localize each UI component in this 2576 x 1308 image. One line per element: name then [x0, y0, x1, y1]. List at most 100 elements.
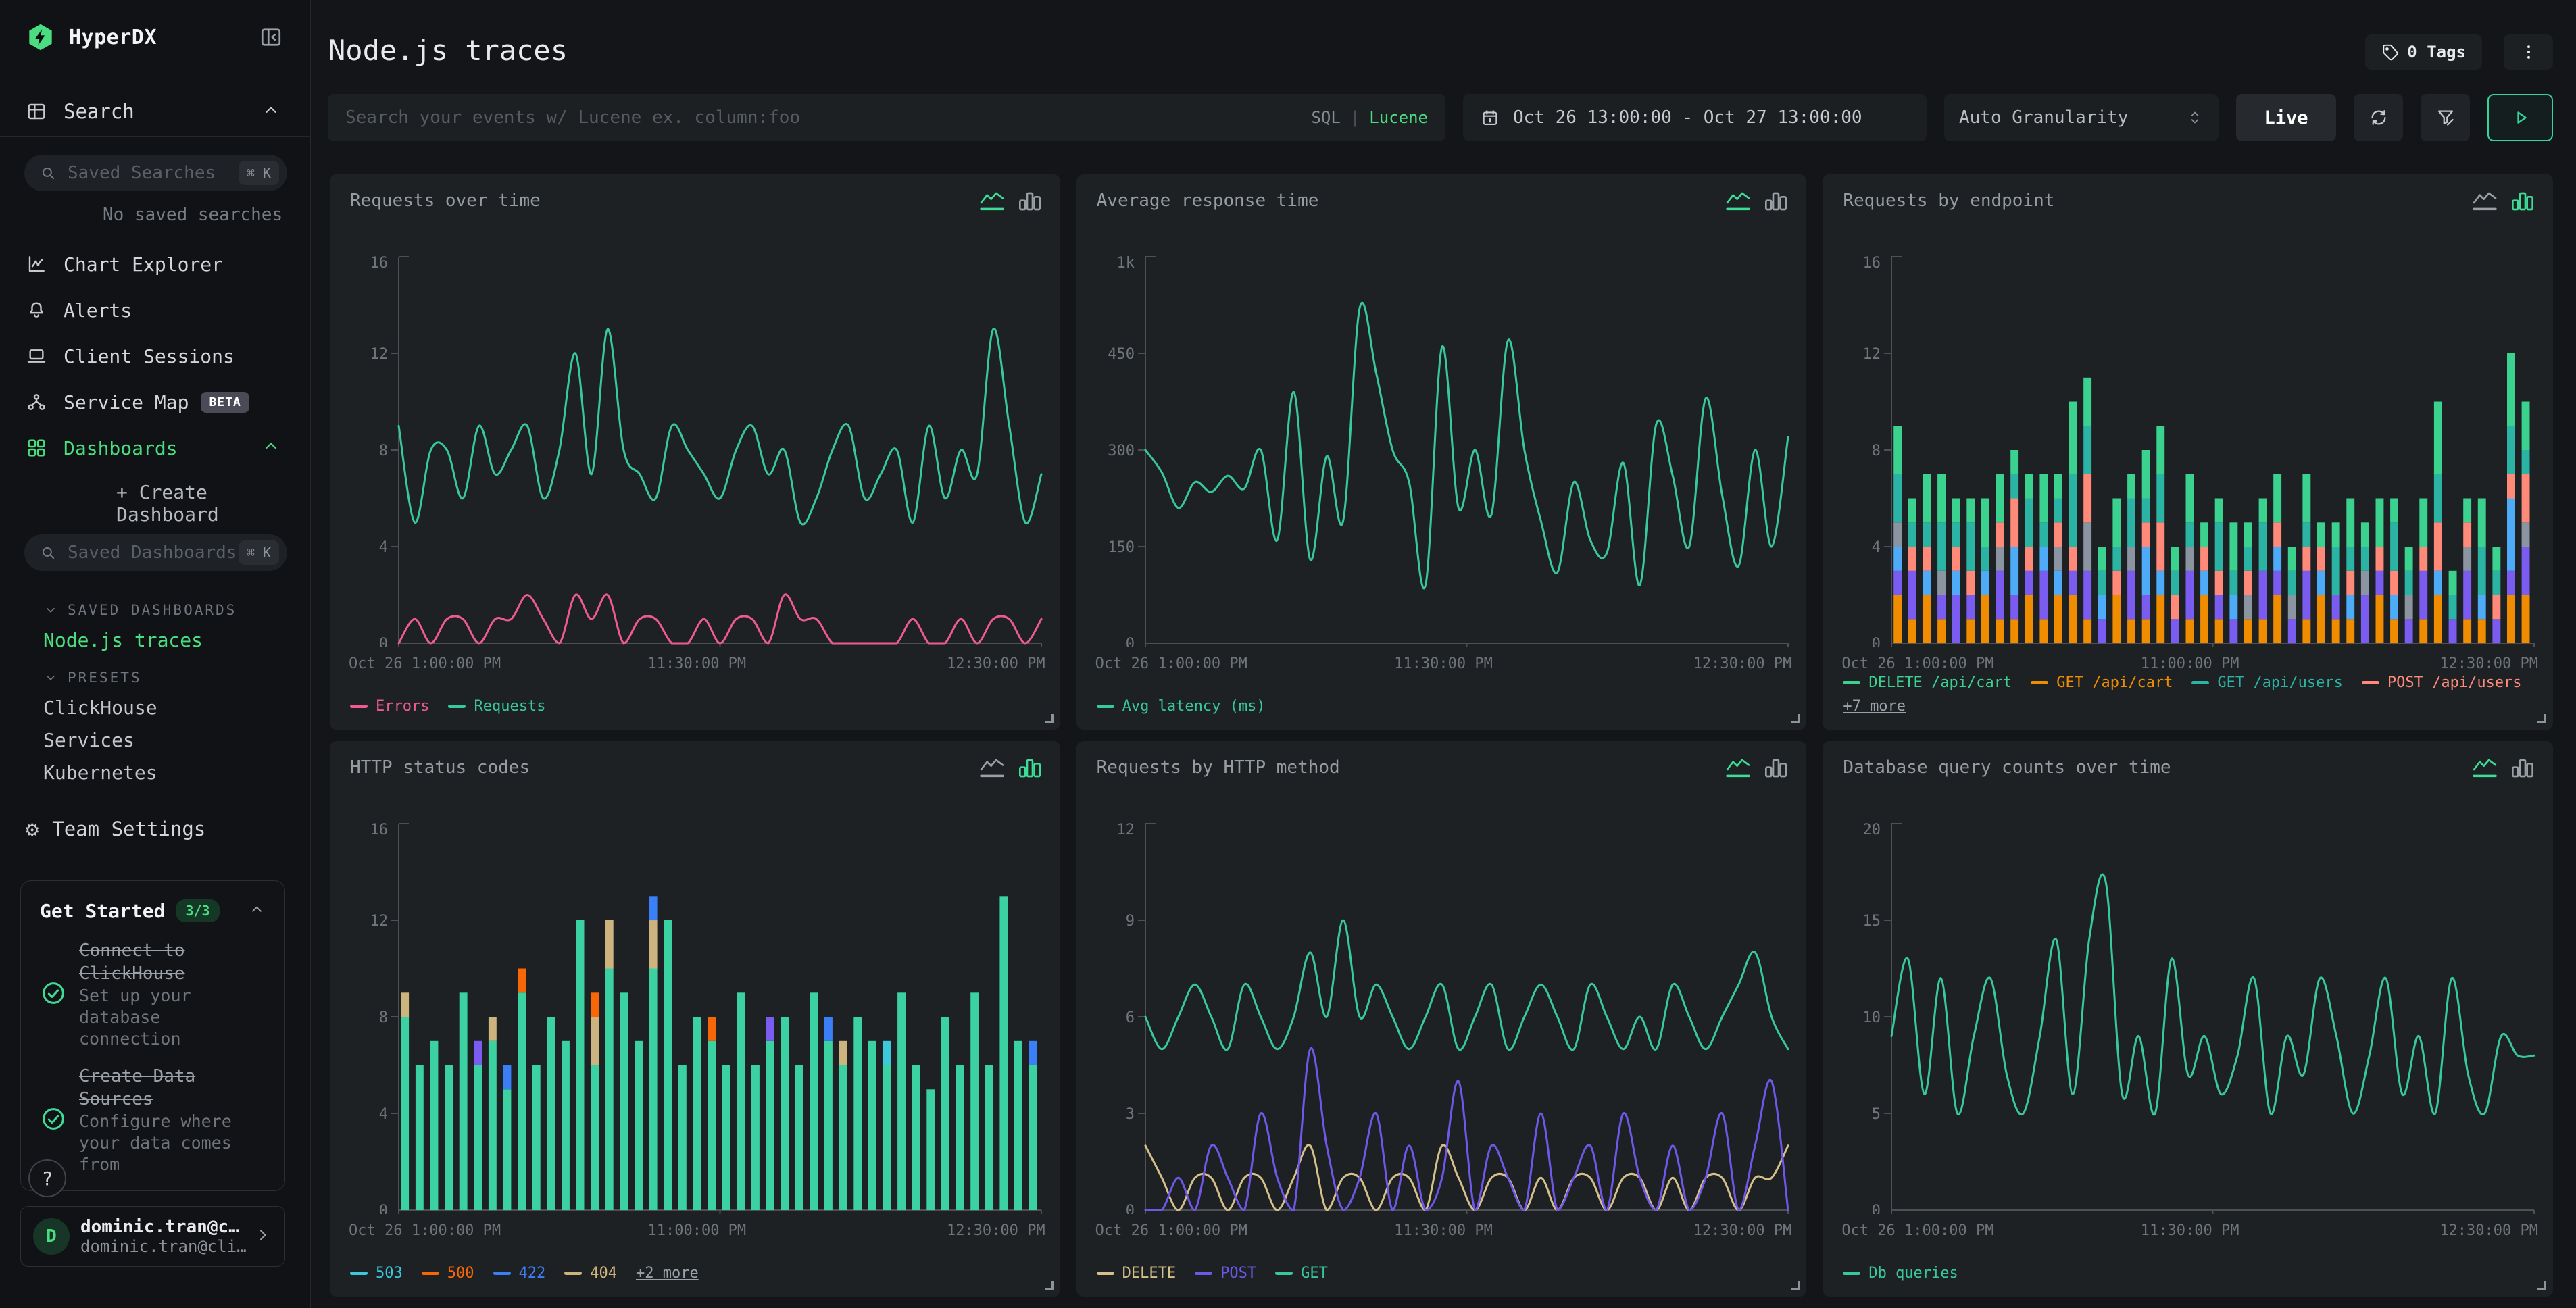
chevron-up-icon[interactable]	[248, 901, 266, 921]
lucene-toggle[interactable]: Lucene	[1369, 108, 1428, 127]
legend-more-link[interactable]: +7 more	[1843, 698, 1906, 715]
legend-item[interactable]: Db queries	[1843, 1265, 1958, 1282]
bar-chart-icon[interactable]	[1017, 191, 1043, 212]
line-chart-icon[interactable]	[979, 191, 1005, 212]
svg-text:300: 300	[1108, 443, 1135, 459]
resize-handle[interactable]	[1045, 714, 1054, 723]
chevron-up-icon[interactable]	[262, 436, 280, 460]
sidebar-collapse-button[interactable]	[259, 25, 283, 49]
saved-dashboards-field[interactable]	[68, 543, 239, 563]
refresh-button[interactable]	[2354, 94, 2403, 141]
legend-item[interactable]: GET /api/users	[2191, 674, 2342, 691]
dashboard-link-services[interactable]: Services	[0, 724, 310, 756]
legend-item[interactable]: DELETE /api/cart	[1843, 674, 2012, 691]
sidebar-item-alerts[interactable]: Alerts	[0, 287, 310, 333]
chart-plot[interactable]: 20151050	[1841, 806, 2538, 1214]
sidebar-item-label: Search	[64, 100, 134, 123]
resize-handle[interactable]	[1045, 1281, 1054, 1290]
event-search-input[interactable]	[345, 107, 1311, 128]
more-options-button[interactable]	[2504, 34, 2553, 70]
chart-panel-requests-over-time: Requests over time 1612840 Oct 26 1:00:0…	[330, 174, 1060, 730]
kbd-shortcut: ⌘ K	[239, 540, 279, 565]
svg-text:4: 4	[379, 1106, 388, 1123]
legend-item[interactable]: 503	[350, 1265, 403, 1282]
sidebar-item-client-sessions[interactable]: Client Sessions	[0, 333, 310, 379]
dashboard-link-kubernetes[interactable]: Kubernetes	[0, 756, 310, 788]
refresh-icon	[2369, 107, 2389, 128]
create-dashboard-button[interactable]: + Create Dashboard	[0, 490, 310, 517]
chart-plot[interactable]: 1612840	[349, 239, 1045, 647]
svg-text:8: 8	[379, 1009, 388, 1026]
dashboard-link-node-js-traces[interactable]: Node.js traces	[0, 624, 310, 656]
tags-button[interactable]: 0 Tags	[2365, 34, 2482, 70]
legend-item[interactable]: POST	[1195, 1265, 1256, 1282]
line-chart-icon[interactable]	[2472, 757, 2498, 779]
chart-panel-database-query-counts-over-time: Database query counts over time 20151050…	[1823, 741, 2553, 1297]
chevron-up-icon[interactable]	[262, 101, 280, 122]
sidebar-item-chart-explorer[interactable]: Chart Explorer	[0, 241, 310, 287]
legend-item[interactable]: POST /api/users	[2362, 674, 2522, 691]
legend-item[interactable]: GET /api/cart	[2031, 674, 2173, 691]
legend-item[interactable]: Errors	[350, 698, 429, 715]
dashboard-link-clickhouse[interactable]: ClickHouse	[0, 691, 310, 724]
line-chart-icon[interactable]	[1725, 757, 1751, 779]
check-circle-icon	[40, 980, 70, 1009]
live-button[interactable]: Live	[2236, 94, 2336, 141]
granularity-select[interactable]: Auto Granularity	[1944, 94, 2219, 141]
chart-title: Requests by HTTP method	[1097, 757, 1340, 778]
bar-chart-icon[interactable]	[2510, 191, 2535, 212]
saved-searches-input[interactable]: ⌘ K	[24, 155, 287, 191]
saved-dashboards-section[interactable]: SAVED DASHBOARDS	[0, 597, 310, 624]
chart-legend: DELETE /api/cart GET /api/cart GET /api/us…	[1843, 674, 2537, 715]
line-chart-icon[interactable]	[979, 757, 1005, 779]
svg-text:10: 10	[1863, 1009, 1881, 1026]
chart-panel-average-response-time: Average response time 1k4503001500 Oct 2…	[1076, 174, 1807, 730]
legend-item[interactable]: GET	[1275, 1265, 1328, 1282]
chart-plot[interactable]: 1612840	[349, 806, 1045, 1214]
legend-more-link[interactable]: +2 more	[636, 1265, 699, 1282]
sidebar-item-service-map[interactable]: Service MapBETA	[0, 379, 310, 425]
legend-item[interactable]: DELETE	[1097, 1265, 1176, 1282]
x-axis-label: 11:30:00 PM	[2141, 1222, 2239, 1239]
presets-section[interactable]: PRESETS	[0, 664, 310, 691]
chart-plot[interactable]: 129630	[1095, 806, 1792, 1214]
x-axis-label: 12:30:00 PM	[2439, 1222, 2538, 1239]
resize-handle[interactable]	[2537, 1281, 2546, 1290]
run-query-button[interactable]	[2487, 94, 2553, 141]
sql-toggle[interactable]: SQL	[1311, 108, 1340, 127]
get-started-item[interactable]: Create Data SourcesConfigure where your …	[40, 1065, 266, 1176]
chart-plot[interactable]: 1612840	[1841, 239, 2538, 647]
bar-chart-icon[interactable]	[1763, 191, 1789, 212]
resize-handle[interactable]	[2537, 714, 2546, 723]
bar-chart-icon[interactable]	[2510, 757, 2535, 779]
chart-plot[interactable]: 1k4503001500	[1095, 239, 1792, 647]
line-chart-icon[interactable]	[1725, 191, 1751, 212]
laptop-icon	[26, 345, 47, 367]
date-range-picker[interactable]: Oct 26 13:00:00 - Oct 27 13:00:00	[1463, 94, 1927, 141]
sidebar-item-team-settings[interactable]: ⚙ Team Settings	[0, 813, 310, 845]
svg-text:12: 12	[1116, 822, 1135, 838]
legend-item[interactable]: Requests	[448, 698, 545, 715]
filter-button[interactable]	[2421, 94, 2470, 141]
resize-handle[interactable]	[1791, 1281, 1800, 1290]
help-button[interactable]: ?	[28, 1159, 66, 1197]
sidebar-item-search[interactable]: Search	[0, 86, 310, 136]
legend-item[interactable]: 422	[493, 1265, 546, 1282]
get-started-item[interactable]: Connect to ClickHouseSet up your databas…	[40, 939, 266, 1050]
get-started-progress-badge: 3/3	[176, 899, 219, 922]
legend-item[interactable]: Avg latency (ms)	[1097, 698, 1266, 715]
saved-dashboards-input[interactable]: ⌘ K	[24, 534, 287, 571]
line-chart-icon[interactable]	[2472, 191, 2498, 212]
legend-item[interactable]: 500	[422, 1265, 474, 1282]
bar-chart-icon[interactable]	[1017, 757, 1043, 779]
saved-searches-field[interactable]	[68, 163, 239, 183]
legend-item[interactable]: 404	[564, 1265, 617, 1282]
query-language-toggle[interactable]: SQL | Lucene	[1311, 108, 1428, 127]
event-search-bar[interactable]: SQL | Lucene	[328, 94, 1445, 141]
sidebar-item-dashboards[interactable]: Dashboards	[0, 425, 310, 471]
bar-chart-icon[interactable]	[1763, 757, 1789, 779]
user-account-card[interactable]: D dominic.tran@c… dominic.tran@cli…	[20, 1206, 285, 1267]
get-started-card: Get Started 3/3 Connect to ClickHouseSet…	[20, 880, 285, 1191]
resize-handle[interactable]	[1791, 714, 1800, 723]
x-axis-label: 11:00:00 PM	[2141, 655, 2239, 672]
